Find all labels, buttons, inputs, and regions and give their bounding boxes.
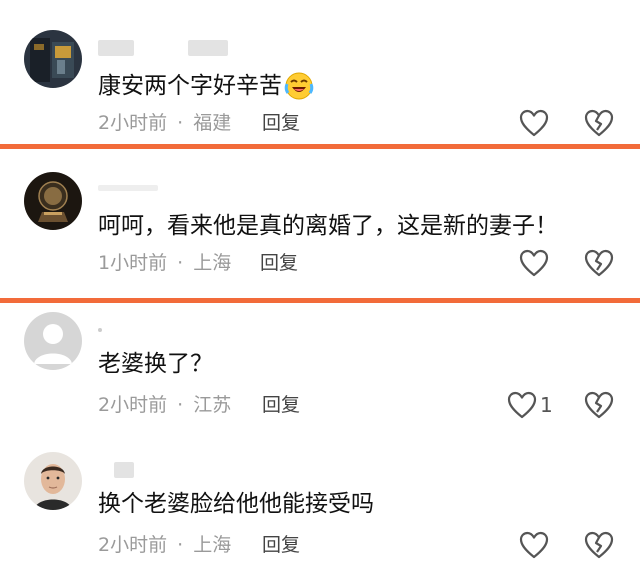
meta-separator: ·	[177, 112, 184, 134]
timestamp: 2小时前	[98, 534, 168, 556]
highlight-divider	[0, 298, 640, 303]
username-redacted	[98, 185, 158, 191]
heart-outline-icon	[519, 109, 549, 137]
comment-item: 康安两个字好辛苦 2小时前 · 福建 回复	[0, 0, 640, 140]
broken-heart-icon	[584, 249, 614, 277]
username-redacted	[98, 40, 134, 56]
comment-text-content: 呵呵，看来他是真的离婚了，这是新的妻子！	[98, 213, 558, 239]
avatar[interactable]	[24, 452, 82, 510]
dislike-button[interactable]	[583, 530, 615, 560]
like-button[interactable]	[518, 248, 552, 278]
heart-outline-icon	[507, 391, 537, 419]
username[interactable]	[98, 38, 228, 58]
reply-button[interactable]: 回复	[262, 532, 300, 558]
comment-meta: 2小时前 · 上海	[98, 532, 231, 558]
avatar[interactable]	[24, 172, 82, 230]
highlight-divider	[0, 144, 640, 149]
username-redacted	[98, 328, 102, 332]
comment-text: 老婆换了？	[98, 348, 213, 380]
heart-outline-icon	[519, 249, 549, 277]
like-button[interactable]	[518, 108, 552, 138]
comment-text-content: 康安两个字好辛苦	[98, 73, 282, 99]
like-count: 1	[540, 393, 553, 417]
comment-item: 换个老婆脸给他他能接受吗 2小时前 · 上海 回复	[0, 444, 640, 584]
heart-outline-icon	[519, 531, 549, 559]
username-redacted	[114, 462, 134, 478]
meta-separator: ·	[177, 252, 184, 274]
comment-meta: 2小时前 · 福建	[98, 110, 231, 136]
like-button[interactable]	[518, 530, 552, 560]
location: 上海	[193, 534, 232, 556]
username[interactable]	[98, 320, 102, 340]
timestamp: 1小时前	[98, 252, 168, 274]
like-button[interactable]: 1	[506, 390, 553, 420]
username-redacted	[188, 40, 228, 56]
dislike-button[interactable]	[583, 390, 615, 420]
comment-text-content: 换个老婆脸给他他能接受吗	[98, 491, 374, 517]
comment-text: 换个老婆脸给他他能接受吗	[98, 488, 374, 520]
meta-separator: ·	[177, 394, 184, 416]
broken-heart-icon	[584, 531, 614, 559]
username[interactable]	[98, 460, 134, 480]
comment-item: 呵呵，看来他是真的离婚了，这是新的妻子！ 1小时前 · 上海 回复	[0, 150, 640, 298]
meta-separator: ·	[177, 534, 184, 556]
reply-button[interactable]: 回复	[262, 392, 300, 418]
comment-meta: 2小时前 · 江苏	[98, 392, 231, 418]
broken-heart-icon	[584, 391, 614, 419]
comment-item: 老婆换了？ 2小时前 · 江苏 回复 1	[0, 304, 640, 444]
dislike-button[interactable]	[583, 108, 615, 138]
comment-text-content: 老婆换了？	[98, 351, 213, 377]
location: 江苏	[193, 394, 232, 416]
avatar[interactable]	[24, 30, 82, 88]
comment-text: 康安两个字好辛苦	[98, 70, 314, 102]
timestamp: 2小时前	[98, 394, 168, 416]
location: 福建	[193, 112, 232, 134]
username[interactable]	[98, 178, 158, 198]
laughing-crying-emoji-icon	[284, 71, 314, 101]
avatar[interactable]	[24, 312, 82, 370]
timestamp: 2小时前	[98, 112, 168, 134]
reply-button[interactable]: 回复	[262, 110, 300, 136]
dislike-button[interactable]	[583, 248, 615, 278]
location: 上海	[193, 252, 232, 274]
broken-heart-icon	[584, 109, 614, 137]
comment-text: 呵呵，看来他是真的离婚了，这是新的妻子！	[98, 210, 558, 242]
comment-meta: 1小时前 · 上海	[98, 250, 231, 276]
reply-button[interactable]: 回复	[260, 250, 298, 276]
